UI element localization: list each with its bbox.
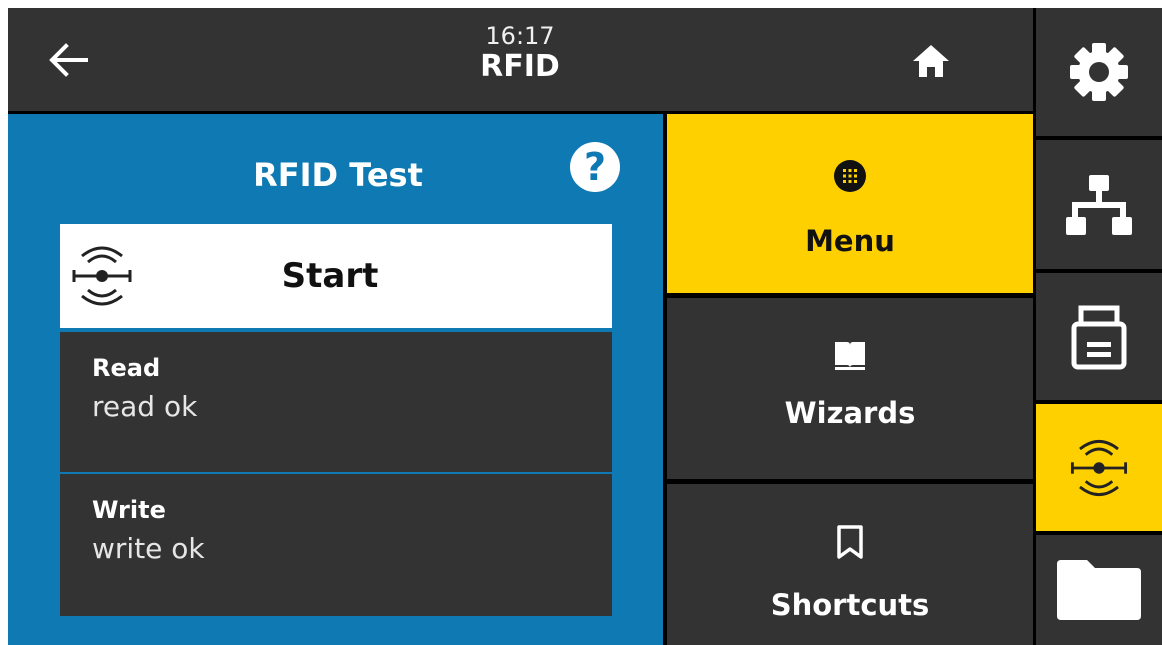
start-label: Start [281, 256, 379, 296]
settings-button[interactable] [1036, 8, 1162, 136]
clock-time: 16:17 [485, 22, 555, 50]
menu-button[interactable]: Menu [667, 114, 1033, 293]
rfid-nav-button[interactable] [1036, 404, 1162, 531]
write-label: Write [92, 496, 166, 524]
menu-label: Menu [805, 224, 895, 258]
home-button[interactable] [906, 38, 956, 84]
wizards-button[interactable]: Wizards [667, 298, 1033, 479]
menu-column: Menu Wizards Shortcuts [667, 114, 1033, 645]
folder-icon [1057, 560, 1141, 620]
top-bar: 16:17 RFID [8, 8, 1033, 111]
write-value: write ok [92, 532, 205, 565]
shortcuts-button[interactable]: Shortcuts [667, 484, 1033, 645]
home-icon [913, 45, 949, 77]
read-label: Read [92, 354, 161, 382]
rfid-test-panel: RFID Test ? Start Read read ok Write wri… [8, 114, 663, 645]
gear-icon [1070, 43, 1128, 101]
printer-icon [1071, 305, 1127, 369]
printer-button[interactable] [1036, 273, 1162, 400]
rfid-icon [72, 246, 132, 306]
book-icon [825, 336, 875, 376]
arrow-left-icon [49, 43, 88, 77]
grid-menu-icon [825, 156, 875, 196]
wizards-label: Wizards [784, 396, 916, 430]
network-button[interactable] [1036, 140, 1162, 269]
back-button[interactable] [38, 32, 98, 88]
storage-button[interactable] [1036, 535, 1162, 645]
header-title-group: 16:17 RFID [370, 22, 670, 84]
network-icon [1066, 174, 1132, 235]
rfid-icon [1070, 439, 1128, 496]
page-title: RFID [480, 49, 560, 84]
read-value: read ok [92, 390, 198, 423]
bookmark-icon [825, 522, 875, 562]
shortcuts-label: Shortcuts [770, 588, 930, 622]
write-result: Write write ok [60, 474, 612, 616]
help-button[interactable]: ? [570, 142, 620, 192]
panel-title: RFID Test [253, 156, 423, 194]
start-button[interactable]: Start [60, 224, 612, 328]
side-nav [1036, 8, 1162, 645]
printer-screen: 16:17 RFID RFID Test ? Start Read read o… [8, 8, 1162, 645]
read-result: Read read ok [60, 332, 612, 472]
